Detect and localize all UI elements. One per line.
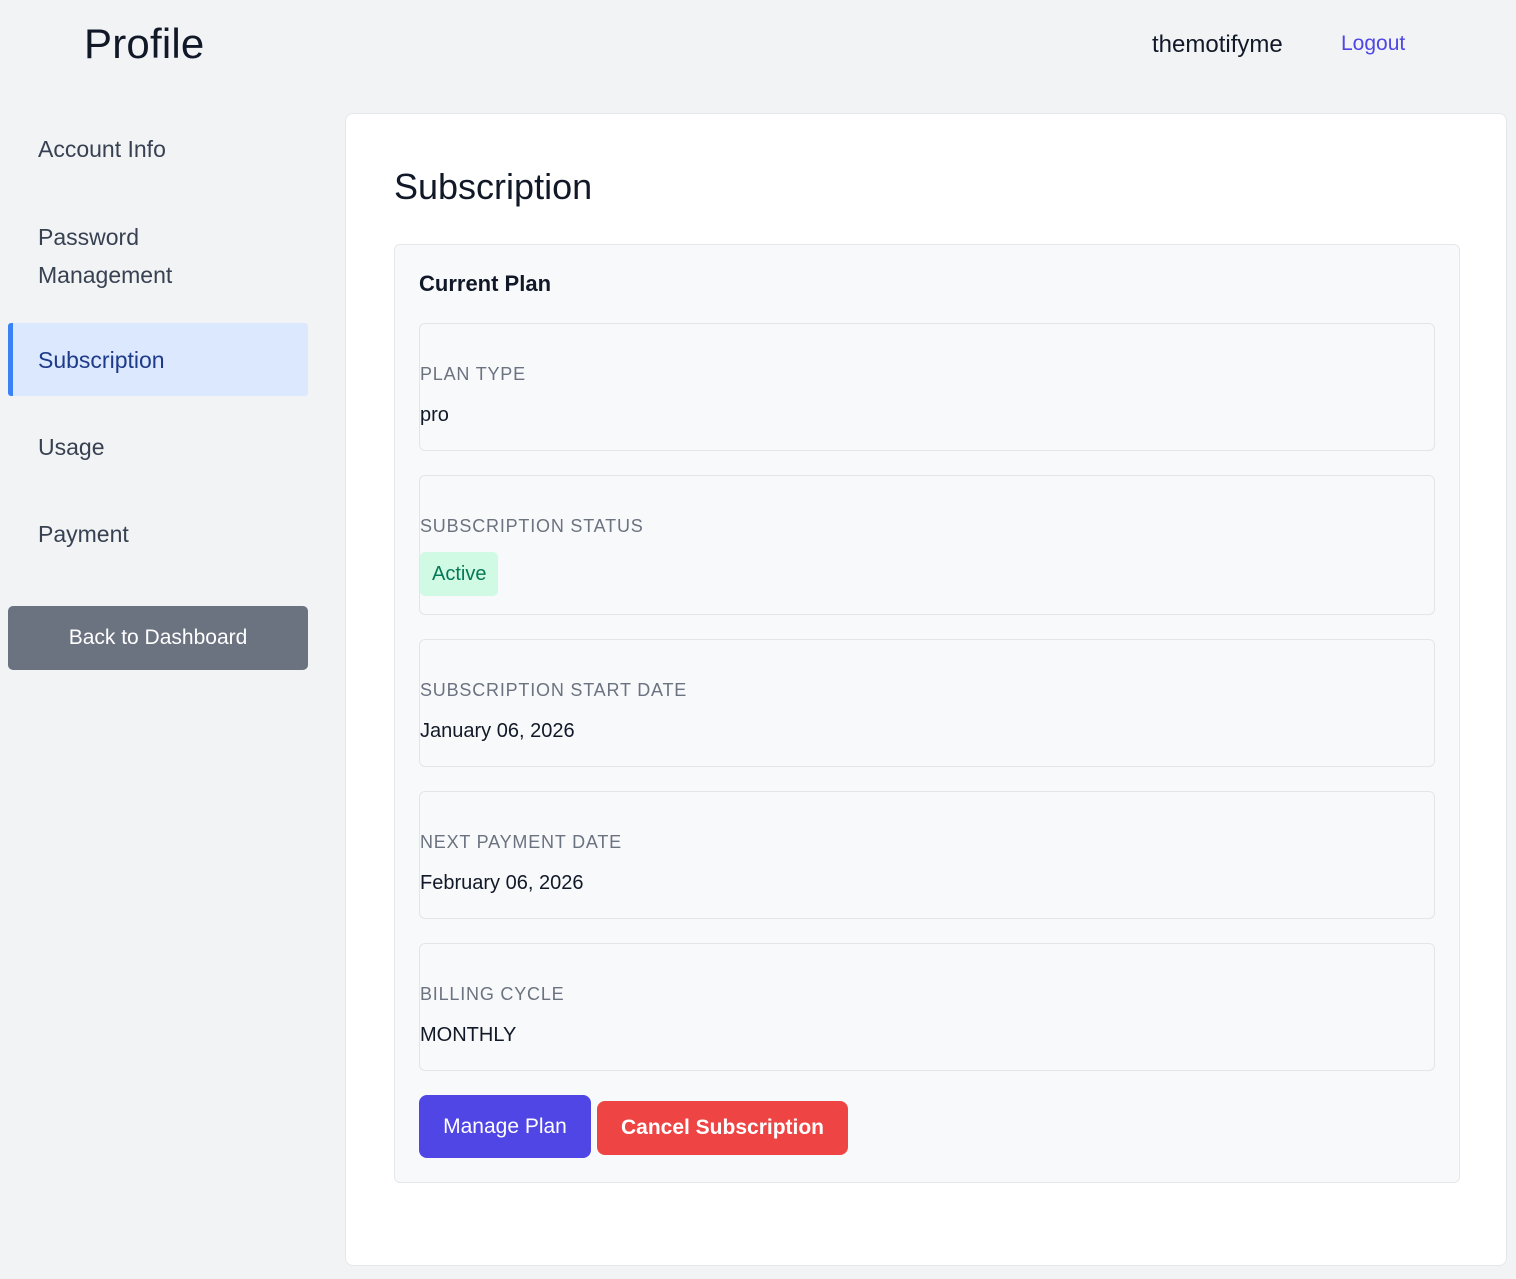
current-plan-panel: Current Plan PLAN TYPE pro SUBSCRIPTION … (394, 244, 1460, 1183)
next-payment-value: February 06, 2026 (420, 872, 584, 894)
plan-type-label: PLAN TYPE (420, 364, 526, 384)
sidebar-item-account-info[interactable]: Account Info (8, 130, 308, 168)
subscription-card: Subscription Current Plan PLAN TYPE pro … (345, 113, 1507, 1266)
status-badge: Active (420, 552, 499, 596)
next-payment-field: NEXT PAYMENT DATE February 06, 2026 (419, 791, 1435, 919)
start-date-label: SUBSCRIPTION START DATE (420, 680, 688, 700)
sidebar-item-payment[interactable]: Payment (8, 515, 308, 553)
plan-type-field: PLAN TYPE pro (419, 323, 1435, 451)
panel-heading: Current Plan (419, 271, 552, 296)
billing-cycle-field: BILLING CYCLE MONTHLY (419, 943, 1435, 1071)
next-payment-label: NEXT PAYMENT DATE (420, 832, 622, 852)
back-to-dashboard-button[interactable]: Back to Dashboard (8, 606, 308, 670)
subscription-status-field: SUBSCRIPTION STATUS Active (419, 475, 1435, 615)
billing-cycle-label: BILLING CYCLE (420, 984, 565, 1004)
page-header: Profile themotifyme Logout (0, 0, 1516, 92)
sidebar-item-usage[interactable]: Usage (8, 428, 308, 466)
cancel-subscription-button[interactable]: Cancel Subscription (597, 1101, 848, 1155)
billing-cycle-value: MONTHLY (420, 1024, 517, 1046)
manage-plan-button[interactable]: Manage Plan (419, 1095, 591, 1158)
start-date-value: January 06, 2026 (420, 720, 575, 742)
logout-link[interactable]: Logout (1341, 32, 1405, 56)
subscription-status-label: SUBSCRIPTION STATUS (420, 516, 644, 536)
sidebar-item-password-management[interactable]: Password Management (8, 218, 308, 294)
start-date-field: SUBSCRIPTION START DATE January 06, 2026 (419, 639, 1435, 767)
sidebar-item-subscription[interactable]: Subscription (8, 323, 308, 396)
page-title: Profile (84, 20, 205, 67)
plan-type-value: pro (420, 404, 449, 426)
section-title: Subscription (394, 166, 593, 207)
username: themotifyme (1152, 31, 1283, 58)
